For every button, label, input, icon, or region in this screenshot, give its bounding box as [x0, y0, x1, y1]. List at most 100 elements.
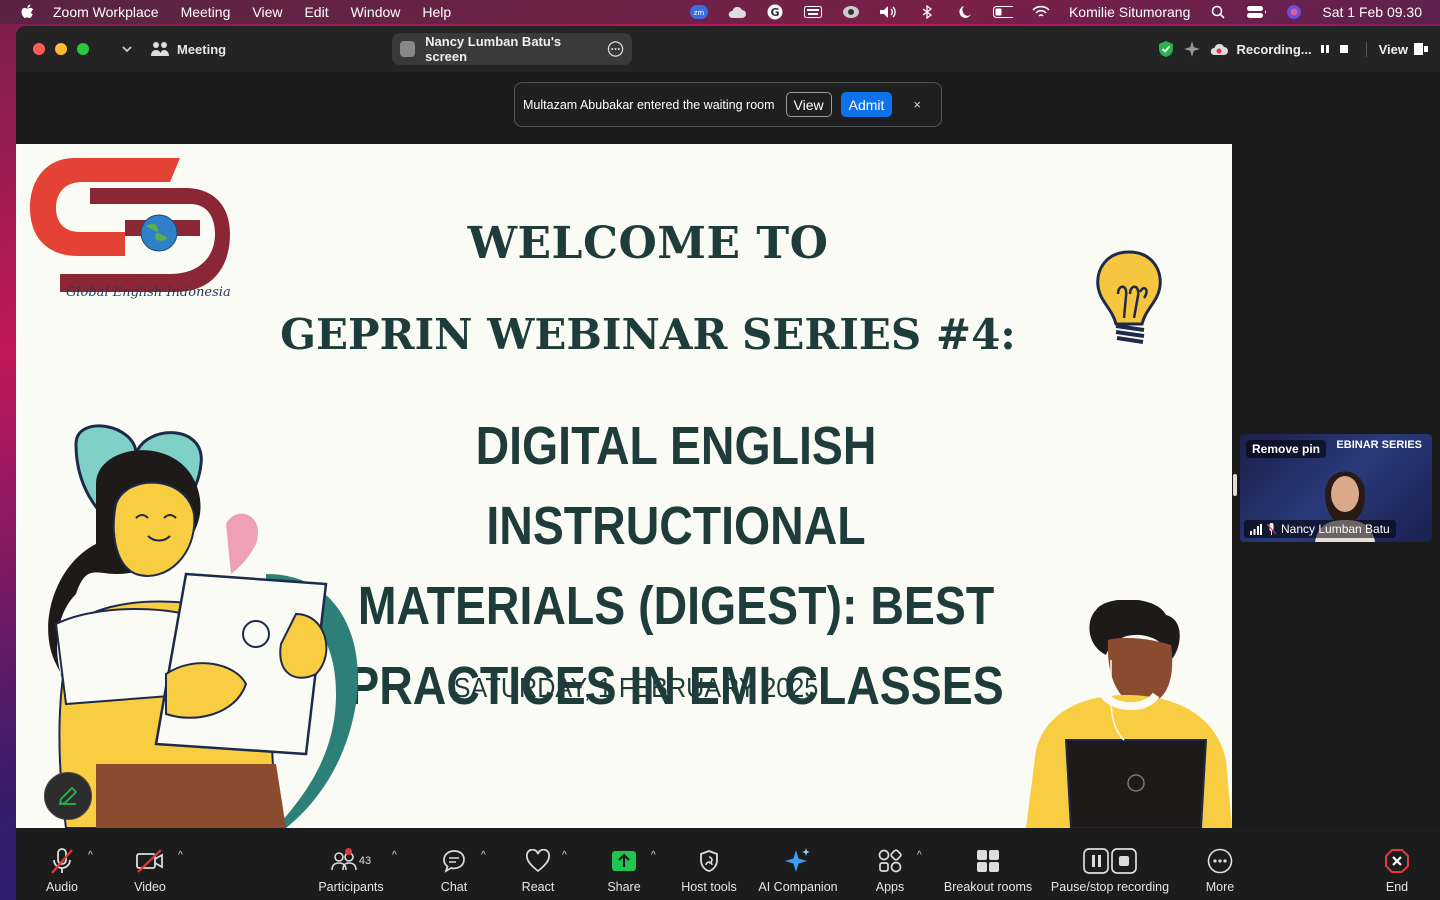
menu-app-name[interactable]: Zoom Workplace — [53, 4, 159, 20]
wifi-icon[interactable] — [1031, 4, 1051, 20]
logo-text: Global English Indonesia — [66, 285, 231, 300]
waiting-room-notification: Multazam Abubakar entered the waiting ro… — [514, 82, 942, 127]
siri-icon[interactable] — [1284, 4, 1304, 20]
ai-companion-label: AI Companion — [758, 880, 838, 894]
keyboard-icon[interactable] — [803, 4, 823, 20]
menu-bar: Zoom Workplace Meeting View Edit Window … — [0, 0, 1440, 24]
menu-help[interactable]: Help — [422, 4, 451, 20]
annotate-button[interactable] — [44, 772, 92, 820]
chat-button[interactable]: Chat — [436, 846, 472, 894]
presentation-slide: Global English Indonesia WELCOME TO GEPR… — [16, 144, 1232, 828]
chat-options-caret[interactable]: ^ — [481, 850, 486, 861]
apple-icon[interactable] — [20, 4, 34, 20]
close-notification-icon[interactable]: × — [913, 97, 921, 112]
screen-share-pill[interactable]: Nancy Lumban Batu's screen — [392, 33, 632, 65]
sparkle-icon — [785, 848, 810, 872]
recording-status[interactable]: Recording... — [1210, 42, 1349, 57]
meeting-label-text: Meeting — [177, 41, 227, 57]
ai-companion-button[interactable]: AI Companion — [756, 846, 840, 894]
menu-edit[interactable]: Edit — [304, 4, 328, 20]
stop-icon[interactable] — [1338, 44, 1350, 54]
thumbnail-drag-handle[interactable] — [1233, 474, 1237, 496]
breakout-rooms-button[interactable]: Breakout rooms — [940, 846, 1036, 894]
close-window-button[interactable] — [33, 43, 45, 55]
shield-icon — [700, 850, 718, 872]
people-icon — [151, 42, 169, 56]
participant-thumbnail[interactable]: EBINAR SERIES Remove pin Nancy Lumban Ba… — [1240, 434, 1432, 542]
control-center-icon[interactable] — [1246, 4, 1267, 20]
audio-options-caret[interactable]: ^ — [88, 850, 93, 861]
participants-options-caret[interactable]: ^ — [392, 850, 397, 861]
woman-with-tablet-illustration — [48, 424, 358, 828]
window-controls — [33, 43, 89, 55]
pause-stop-icon — [1083, 848, 1137, 874]
share-screen-icon — [612, 851, 636, 871]
waiting-room-view-button[interactable]: View — [785, 92, 832, 117]
view-layout-icon — [1414, 43, 1428, 55]
end-meeting-button[interactable]: End — [1382, 846, 1412, 894]
more-options-icon[interactable] — [607, 40, 624, 58]
end-label: End — [1385, 880, 1409, 894]
chat-label: Chat — [440, 880, 468, 894]
recording-label: Recording... — [1236, 41, 1312, 57]
host-tools-label: Host tools — [681, 880, 737, 894]
audio-button[interactable]: Audio — [44, 846, 80, 894]
heart-icon — [526, 849, 550, 873]
zoom-meeting-window: Meeting Nancy Lumban Batu's screen Recor… — [16, 26, 1440, 900]
zoom-status-icon[interactable]: zm — [689, 4, 709, 20]
participants-button[interactable]: 43 Participants — [316, 846, 386, 894]
share-options-caret[interactable]: ^ — [651, 850, 656, 861]
ai-sparkle-icon[interactable] — [1184, 41, 1201, 57]
bluetooth-icon[interactable] — [917, 4, 937, 20]
menu-view[interactable]: View — [252, 4, 282, 20]
chevron-down-icon[interactable] — [119, 41, 135, 57]
cloud-icon[interactable] — [727, 4, 747, 20]
share-label: Share — [607, 880, 641, 894]
video-off-icon — [136, 849, 163, 873]
spotlight-search-icon[interactable] — [1208, 4, 1228, 20]
video-options-caret[interactable]: ^ — [178, 850, 183, 861]
more-button[interactable]: More — [1202, 846, 1238, 894]
react-options-caret[interactable]: ^ — [562, 850, 567, 861]
more-icon — [1207, 848, 1233, 874]
view-button[interactable]: View — [1365, 41, 1428, 57]
slide-welcome-heading: WELCOME TO — [467, 218, 829, 269]
audio-label: Audio — [46, 880, 78, 894]
man-with-laptop-illustration — [1026, 600, 1232, 828]
share-button[interactable]: Share — [606, 846, 642, 894]
apps-icon — [878, 849, 902, 873]
react-label: React — [521, 880, 555, 894]
pencil-icon — [58, 786, 78, 806]
meeting-info[interactable]: Meeting — [151, 41, 226, 57]
volume-icon[interactable] — [879, 4, 899, 20]
menu-window[interactable]: Window — [351, 4, 401, 20]
menubar-clock[interactable]: Sat 1 Feb 09.30 — [1322, 4, 1422, 20]
admit-button[interactable]: Admit — [840, 92, 893, 117]
react-button[interactable]: React — [520, 846, 556, 894]
minimize-window-button[interactable] — [55, 43, 67, 55]
thumbnail-name: Nancy Lumban Batu — [1281, 522, 1390, 536]
signal-bars-icon — [1250, 523, 1262, 535]
host-tools-button[interactable]: Host tools — [676, 846, 742, 894]
breakout-rooms-label: Breakout rooms — [943, 880, 1033, 894]
mic-muted-icon — [1267, 523, 1276, 535]
video-button[interactable]: Video — [130, 846, 170, 894]
fullscreen-window-button[interactable] — [77, 43, 89, 55]
view-label: View — [1378, 41, 1408, 57]
apps-button[interactable]: Apps — [874, 846, 906, 894]
grammarly-icon[interactable]: G — [765, 4, 785, 20]
menubar-user[interactable]: Komilie Situmorang — [1069, 4, 1190, 20]
pause-icon[interactable] — [1320, 44, 1330, 54]
topic-line-1: DIGITAL ENGLISH INSTRUCTIONAL — [475, 416, 877, 556]
thumbnail-name-tag: Nancy Lumban Batu — [1244, 520, 1396, 538]
battery-icon[interactable] — [992, 4, 1013, 20]
menu-meeting[interactable]: Meeting — [181, 4, 231, 20]
focus-moon-icon[interactable] — [955, 4, 975, 20]
remove-pin-button[interactable]: Remove pin — [1246, 440, 1327, 458]
chat-icon — [443, 850, 465, 873]
apps-options-caret[interactable]: ^ — [917, 850, 922, 861]
svg-text:G: G — [770, 6, 779, 19]
encryption-shield-icon[interactable] — [1158, 40, 1174, 58]
pause-stop-recording-button[interactable]: Pause/stop recording — [1050, 846, 1170, 894]
vpn-icon[interactable] — [841, 4, 861, 20]
